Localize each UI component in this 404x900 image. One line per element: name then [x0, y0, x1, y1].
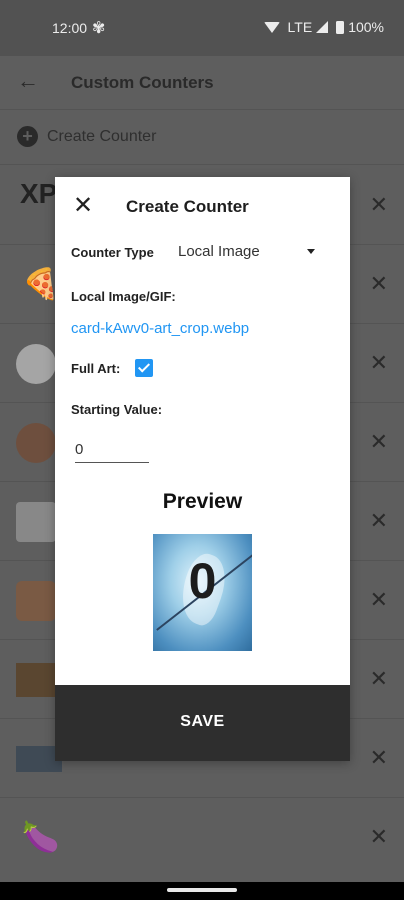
close-icon[interactable]: ✕: [73, 194, 93, 218]
delete-icon[interactable]: ✕: [370, 510, 388, 532]
signal-icon: [316, 21, 329, 33]
navigation-bar: [0, 882, 404, 900]
home-handle[interactable]: [167, 888, 237, 892]
counter-thumbnail: [16, 502, 56, 542]
delete-icon[interactable]: ✕: [370, 826, 388, 848]
preview-value: 0: [188, 553, 217, 609]
counter-thumbnail: [16, 581, 56, 621]
delete-icon[interactable]: ✕: [370, 747, 388, 769]
starting-value-input[interactable]: [75, 437, 149, 463]
delete-icon[interactable]: ✕: [370, 194, 388, 216]
status-time: 12:00: [52, 20, 88, 36]
add-circle-icon: +: [17, 126, 38, 147]
battery-percent: 100%: [348, 19, 384, 35]
counter-label-xp: XP: [20, 178, 58, 209]
eggplant-emoji: 🍆: [22, 821, 60, 854]
create-counter-row[interactable]: + Create Counter: [0, 110, 404, 165]
wifi-icon: [263, 21, 280, 33]
status-bar: 12:00 ✾ LTE 100%: [0, 0, 404, 56]
status-icons: LTE 100%: [263, 19, 384, 35]
fan-icon: ✾: [92, 20, 106, 37]
counter-type-label: Counter Type: [71, 245, 154, 260]
create-counter-label: Create Counter: [47, 128, 157, 145]
list-item[interactable]: 🍆 ✕: [0, 798, 404, 882]
delete-icon[interactable]: ✕: [370, 668, 388, 690]
full-art-checkbox[interactable]: [135, 359, 153, 377]
delete-icon[interactable]: ✕: [370, 589, 388, 611]
full-art-label: Full Art:: [71, 361, 121, 376]
dialog-title: Create Counter: [126, 197, 249, 216]
back-arrow-icon[interactable]: ←: [17, 69, 41, 93]
save-button-label: SAVE: [180, 713, 225, 730]
page-title: Custom Counters: [71, 73, 214, 92]
preview-card: 0: [153, 534, 252, 651]
local-image-label: Local Image/GIF:: [71, 289, 176, 304]
counter-type-select[interactable]: Local Image: [178, 243, 260, 260]
battery-icon: [336, 20, 345, 34]
pizza-emoji: 🍕: [22, 268, 60, 301]
counter-thumbnail: [16, 344, 56, 384]
network-label: LTE: [287, 19, 313, 35]
counter-thumbnail: [16, 423, 56, 463]
delete-icon[interactable]: ✕: [370, 431, 388, 453]
create-counter-dialog: ✕ Create Counter Counter Type Local Imag…: [55, 177, 350, 761]
chevron-down-icon[interactable]: [307, 249, 315, 254]
preview-heading: Preview: [162, 490, 243, 513]
save-button[interactable]: SAVE: [55, 685, 350, 761]
app-bar: ← Custom Counters: [0, 56, 404, 110]
local-image-link[interactable]: card-kAwv0-art_crop.webp: [71, 320, 249, 337]
delete-icon[interactable]: ✕: [370, 273, 388, 295]
counter-thumbnail: [16, 663, 56, 697]
starting-value-label: Starting Value:: [71, 402, 163, 417]
delete-icon[interactable]: ✕: [370, 352, 388, 374]
